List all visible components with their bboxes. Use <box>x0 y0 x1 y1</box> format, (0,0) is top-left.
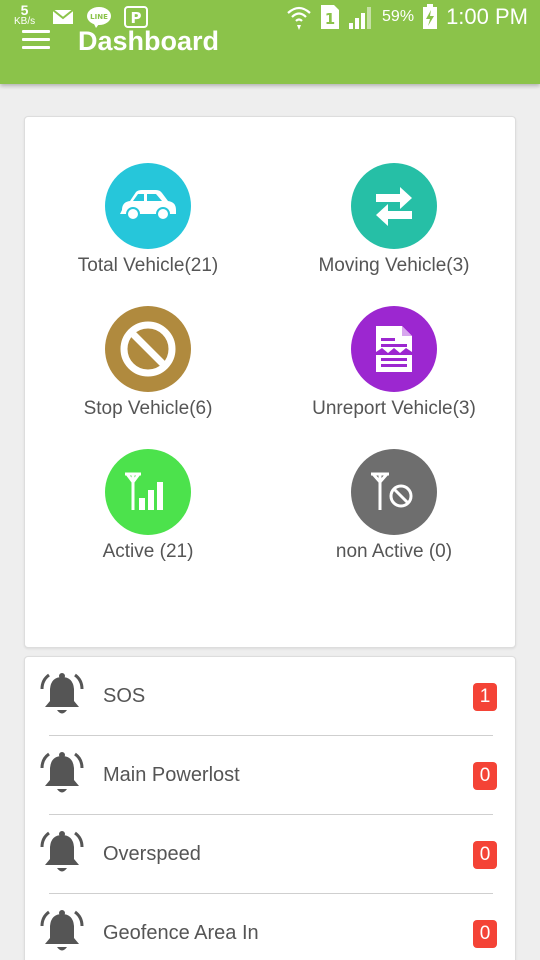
report-icon <box>351 306 437 392</box>
page-title: Dashboard <box>78 26 220 56</box>
tile-label: Moving Vehicle(3) <box>318 255 470 276</box>
svg-text:1: 1 <box>325 10 335 28</box>
tile-label: Unreport Vehicle(3) <box>312 398 476 419</box>
signal-icon <box>349 7 372 29</box>
menu-icon[interactable] <box>22 30 50 52</box>
active-tile[interactable]: Active (21) <box>25 449 271 563</box>
no-signal-icon <box>351 449 437 535</box>
alert-row-overspeed[interactable]: Overspeed 0 <box>25 815 517 894</box>
bell-icon <box>40 673 84 714</box>
total-vehicle-tile[interactable]: Total Vehicle(21) <box>25 163 271 277</box>
alert-row-geofence-area-in[interactable]: Geofence Area In 0 <box>25 894 517 960</box>
bell-icon <box>40 752 84 793</box>
network-speed-unit: KB/s <box>14 16 36 27</box>
svg-text:P: P <box>131 9 142 27</box>
bell-icon <box>40 910 84 951</box>
unreport-vehicle-tile[interactable]: Unreport Vehicle(3) <box>271 306 517 420</box>
alert-row-sos[interactable]: SOS 1 <box>25 657 517 736</box>
signal-bars-icon <box>105 449 191 535</box>
alert-count-badge: 0 <box>473 841 497 869</box>
alert-label: Geofence Area In <box>103 922 259 944</box>
alert-count-badge: 1 <box>473 683 497 711</box>
sim-icon: 1 <box>321 5 340 29</box>
block-icon <box>105 306 191 392</box>
battery-percent: 59% <box>382 8 415 25</box>
alert-count-badge: 0 <box>473 762 497 790</box>
p-app-icon: P <box>124 6 148 28</box>
network-speed: 5 KB/s <box>14 3 35 27</box>
alert-label: SOS <box>103 685 146 707</box>
line-app-icon: LINE <box>87 7 111 28</box>
tile-label: non Active (0) <box>335 541 453 562</box>
non-active-tile[interactable]: non Active (0) <box>271 449 517 563</box>
battery-icon <box>423 4 438 29</box>
tile-label: Stop Vehicle(6) <box>83 398 213 419</box>
vehicle-status-card: Total Vehicle(21) Moving Vehicle(3) Stop… <box>24 116 516 648</box>
alert-count-badge: 0 <box>473 920 497 948</box>
stop-vehicle-tile[interactable]: Stop Vehicle(6) <box>25 306 271 420</box>
tile-label: Total Vehicle(21) <box>77 255 219 276</box>
moving-vehicle-tile[interactable]: Moving Vehicle(3) <box>271 163 517 277</box>
alerts-card: SOS 1 Main Powerlost 0 Overspeed 0 Geofe… <box>24 656 516 960</box>
clock: 1:00 PM <box>446 4 528 29</box>
tile-label: Active (21) <box>102 541 194 562</box>
wifi-icon <box>287 6 311 30</box>
alert-label: Main Powerlost <box>103 764 240 786</box>
car-icon <box>105 163 191 249</box>
network-speed-value: 5 <box>20 2 29 18</box>
alert-row-main-powerlost[interactable]: Main Powerlost 0 <box>25 736 517 815</box>
svg-text:LINE: LINE <box>90 13 108 21</box>
app-bar: 5 KB/s LINE P 1 59% 1:00 PM Dashboard <box>0 0 540 84</box>
mail-icon <box>52 9 74 24</box>
alert-label: Overspeed <box>103 843 201 865</box>
bell-icon <box>40 831 84 872</box>
swap-arrows-icon <box>351 163 437 249</box>
